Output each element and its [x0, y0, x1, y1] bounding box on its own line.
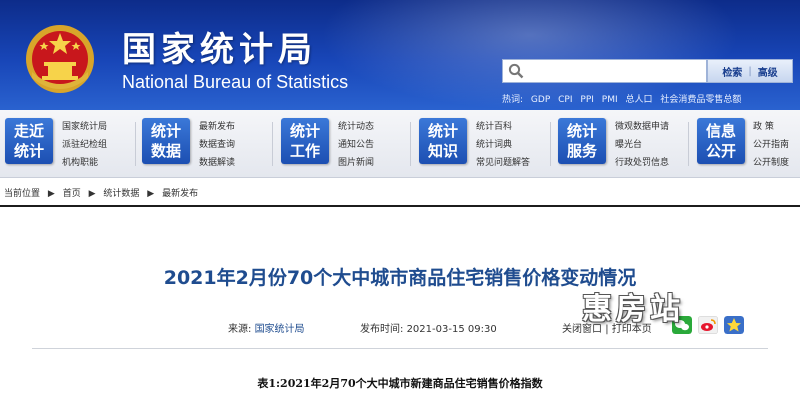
- nav-link[interactable]: 数据解读: [199, 154, 235, 172]
- nav-divider: [410, 122, 411, 166]
- nav-tile-disclosure[interactable]: 信息 公开: [697, 118, 745, 164]
- nav-tile-line: 统计: [566, 122, 597, 140]
- nav-tile-line: 服务: [566, 142, 597, 160]
- breadcrumb-latest[interactable]: 最新发布: [162, 189, 198, 199]
- content-divider: [32, 348, 768, 349]
- nav-divider: [550, 122, 551, 166]
- chevron-right-icon: ▶: [147, 189, 155, 199]
- hot-word-population[interactable]: 总人口: [626, 95, 653, 105]
- watermark-logo: 惠房站: [582, 292, 684, 327]
- nav-link[interactable]: 机构职能: [62, 154, 107, 172]
- nav-tile-data[interactable]: 统计 数据: [142, 118, 190, 164]
- nav-tile-line: 统计: [289, 122, 320, 140]
- search-divider: |: [748, 65, 752, 77]
- nav-tile-line: 统计: [427, 122, 458, 140]
- nav-tile-line: 走近: [13, 122, 44, 140]
- nav-links-data: 最新发布 数据查询 数据解读: [199, 118, 235, 172]
- search-button-group: 检索 | 高级: [707, 59, 793, 83]
- site-header: 国家统计局 National Bureau of Statistics 检索 |…: [0, 0, 800, 110]
- nav-link[interactable]: 公开指南: [753, 136, 789, 154]
- nav-link[interactable]: 行政处罚信息: [615, 154, 669, 172]
- favorite-star-icon[interactable]: [724, 316, 744, 334]
- search-icon: [508, 63, 524, 79]
- nav-link[interactable]: 政 策: [753, 118, 789, 136]
- nav-link[interactable]: 最新发布: [199, 118, 235, 136]
- search-button[interactable]: 检索: [722, 64, 742, 79]
- hot-word-ppi[interactable]: PPI: [580, 95, 594, 105]
- nav-tile-service[interactable]: 统计 服务: [558, 118, 606, 164]
- hot-word-gdp[interactable]: GDP: [531, 95, 550, 105]
- breadcrumb: 当前位置 ▶ 首页 ▶ 统计数据 ▶ 最新发布: [0, 184, 800, 206]
- nav-links-work: 统计动态 通知公告 图片新闻: [338, 118, 374, 172]
- nav-link[interactable]: 通知公告: [338, 136, 374, 154]
- nav-tile-line: 知识: [427, 142, 458, 160]
- breadcrumb-divider: [0, 205, 800, 207]
- nav-tile-line: 统计: [13, 142, 44, 160]
- nav-links-knowledge: 统计百科 统计词典 常见问题解答: [476, 118, 530, 172]
- nav-links-about: 国家统计局 派驻纪检组 机构职能: [62, 118, 107, 172]
- source-label: 来源:: [228, 324, 252, 335]
- chevron-right-icon: ▶: [88, 189, 96, 199]
- hot-word-retail-sales[interactable]: 社会消费品零售总额: [660, 95, 741, 105]
- nav-link[interactable]: 图片新闻: [338, 154, 374, 172]
- nav-link[interactable]: 派驻纪检组: [62, 136, 107, 154]
- nav-link[interactable]: 公开制度: [753, 154, 789, 172]
- nav-tile-line: 统计: [150, 122, 181, 140]
- nav-link[interactable]: 常见问题解答: [476, 154, 530, 172]
- time-value: 2021-03-15 09:30: [406, 324, 497, 335]
- hot-words: 热词: GDP CPI PPI PMI 总人口 社会消费品零售总额: [502, 92, 746, 105]
- advanced-search-button[interactable]: 高级: [758, 64, 778, 79]
- hot-word-pmi[interactable]: PMI: [602, 95, 618, 105]
- breadcrumb-label: 当前位置: [4, 189, 41, 199]
- nav-tile-line: 信息: [705, 122, 736, 140]
- nav-tile-line: 数据: [150, 142, 181, 160]
- breadcrumb-home[interactable]: 首页: [63, 189, 81, 199]
- site-name-en: National Bureau of Statistics: [122, 72, 349, 92]
- national-emblem-icon: [26, 25, 94, 93]
- nav-tile-work[interactable]: 统计 工作: [281, 118, 329, 164]
- time-label: 发布时间:: [360, 324, 404, 335]
- nav-link[interactable]: 数据查询: [199, 136, 235, 154]
- site-name-cn: 国家统计局: [122, 30, 317, 70]
- nav-tile-knowledge[interactable]: 统计 知识: [419, 118, 467, 164]
- nav-tile-about[interactable]: 走近 统计: [5, 118, 53, 164]
- nav-link[interactable]: 微观数据申请: [615, 118, 669, 136]
- nav-link[interactable]: 统计词典: [476, 136, 530, 154]
- breadcrumb-statistics[interactable]: 统计数据: [103, 189, 139, 199]
- nav-tile-line: 工作: [289, 142, 320, 160]
- nav-divider: [688, 122, 689, 166]
- source-value: 国家统计局: [254, 324, 305, 335]
- table-title: 表1:2021年2月70个大中城市新建商品住宅销售价格指数: [257, 377, 543, 390]
- nav-links-disclosure: 政 策 公开指南 公开制度: [753, 118, 789, 172]
- nav-links-service: 微观数据申请 曝光台 行政处罚信息: [615, 118, 669, 172]
- nav-link[interactable]: 曝光台: [615, 136, 669, 154]
- nav-divider: [272, 122, 273, 166]
- nav-link[interactable]: 统计动态: [338, 118, 374, 136]
- search-input[interactable]: [502, 59, 707, 83]
- article-time: 发布时间: 2021-03-15 09:30: [360, 320, 497, 335]
- nav-tile-line: 公开: [705, 142, 736, 160]
- weibo-share-icon[interactable]: [698, 316, 718, 334]
- main-nav: 走近 统计 国家统计局 派驻纪检组 机构职能 统计 数据 最新发布 数据查询 数…: [0, 110, 800, 178]
- hot-words-label: 热词:: [502, 95, 524, 105]
- article-source: 来源: 国家统计局: [228, 320, 305, 335]
- nav-link[interactable]: 统计百科: [476, 118, 530, 136]
- nav-divider: [135, 122, 136, 166]
- hot-word-cpi[interactable]: CPI: [558, 95, 572, 105]
- nav-link[interactable]: 国家统计局: [62, 118, 107, 136]
- chevron-right-icon: ▶: [47, 189, 55, 199]
